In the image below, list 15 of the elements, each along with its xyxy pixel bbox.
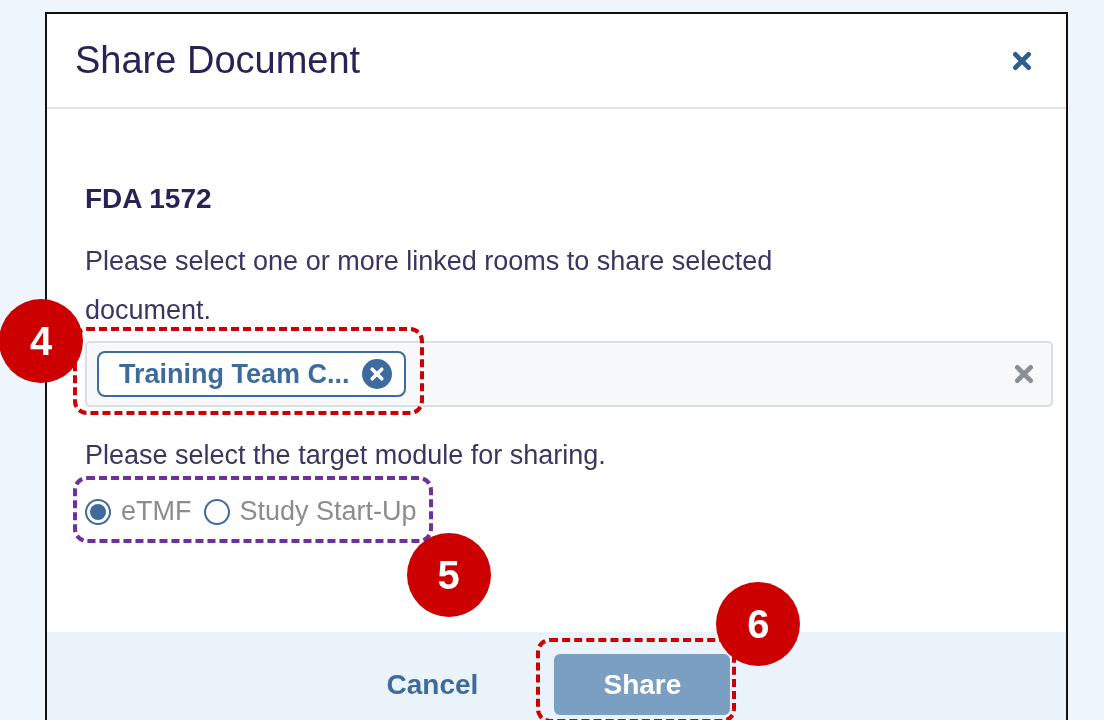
share-button[interactable]: Share (554, 654, 731, 715)
document-name: FDA 1572 (85, 183, 212, 215)
cancel-button[interactable]: Cancel (382, 654, 483, 715)
remove-icon[interactable] (361, 359, 392, 389)
rooms-prompt: Please select one or more linked rooms to share selected document. (85, 245, 774, 327)
radio-label[interactable]: eTMF (121, 496, 192, 527)
clear-icon[interactable] (1013, 363, 1035, 385)
step-number-badge: 4 (0, 299, 83, 383)
dialog-title: Share Document (75, 39, 361, 82)
radio-button[interactable] (85, 498, 111, 525)
radio-button[interactable] (203, 498, 230, 525)
module-prompt: Please select the target module for sharing. (85, 439, 607, 472)
rooms-select-field[interactable]: Training Team C... (85, 341, 1053, 407)
radio-label[interactable]: Study Start-Up (239, 496, 417, 527)
room-chip[interactable]: Training Team C... (97, 351, 406, 397)
